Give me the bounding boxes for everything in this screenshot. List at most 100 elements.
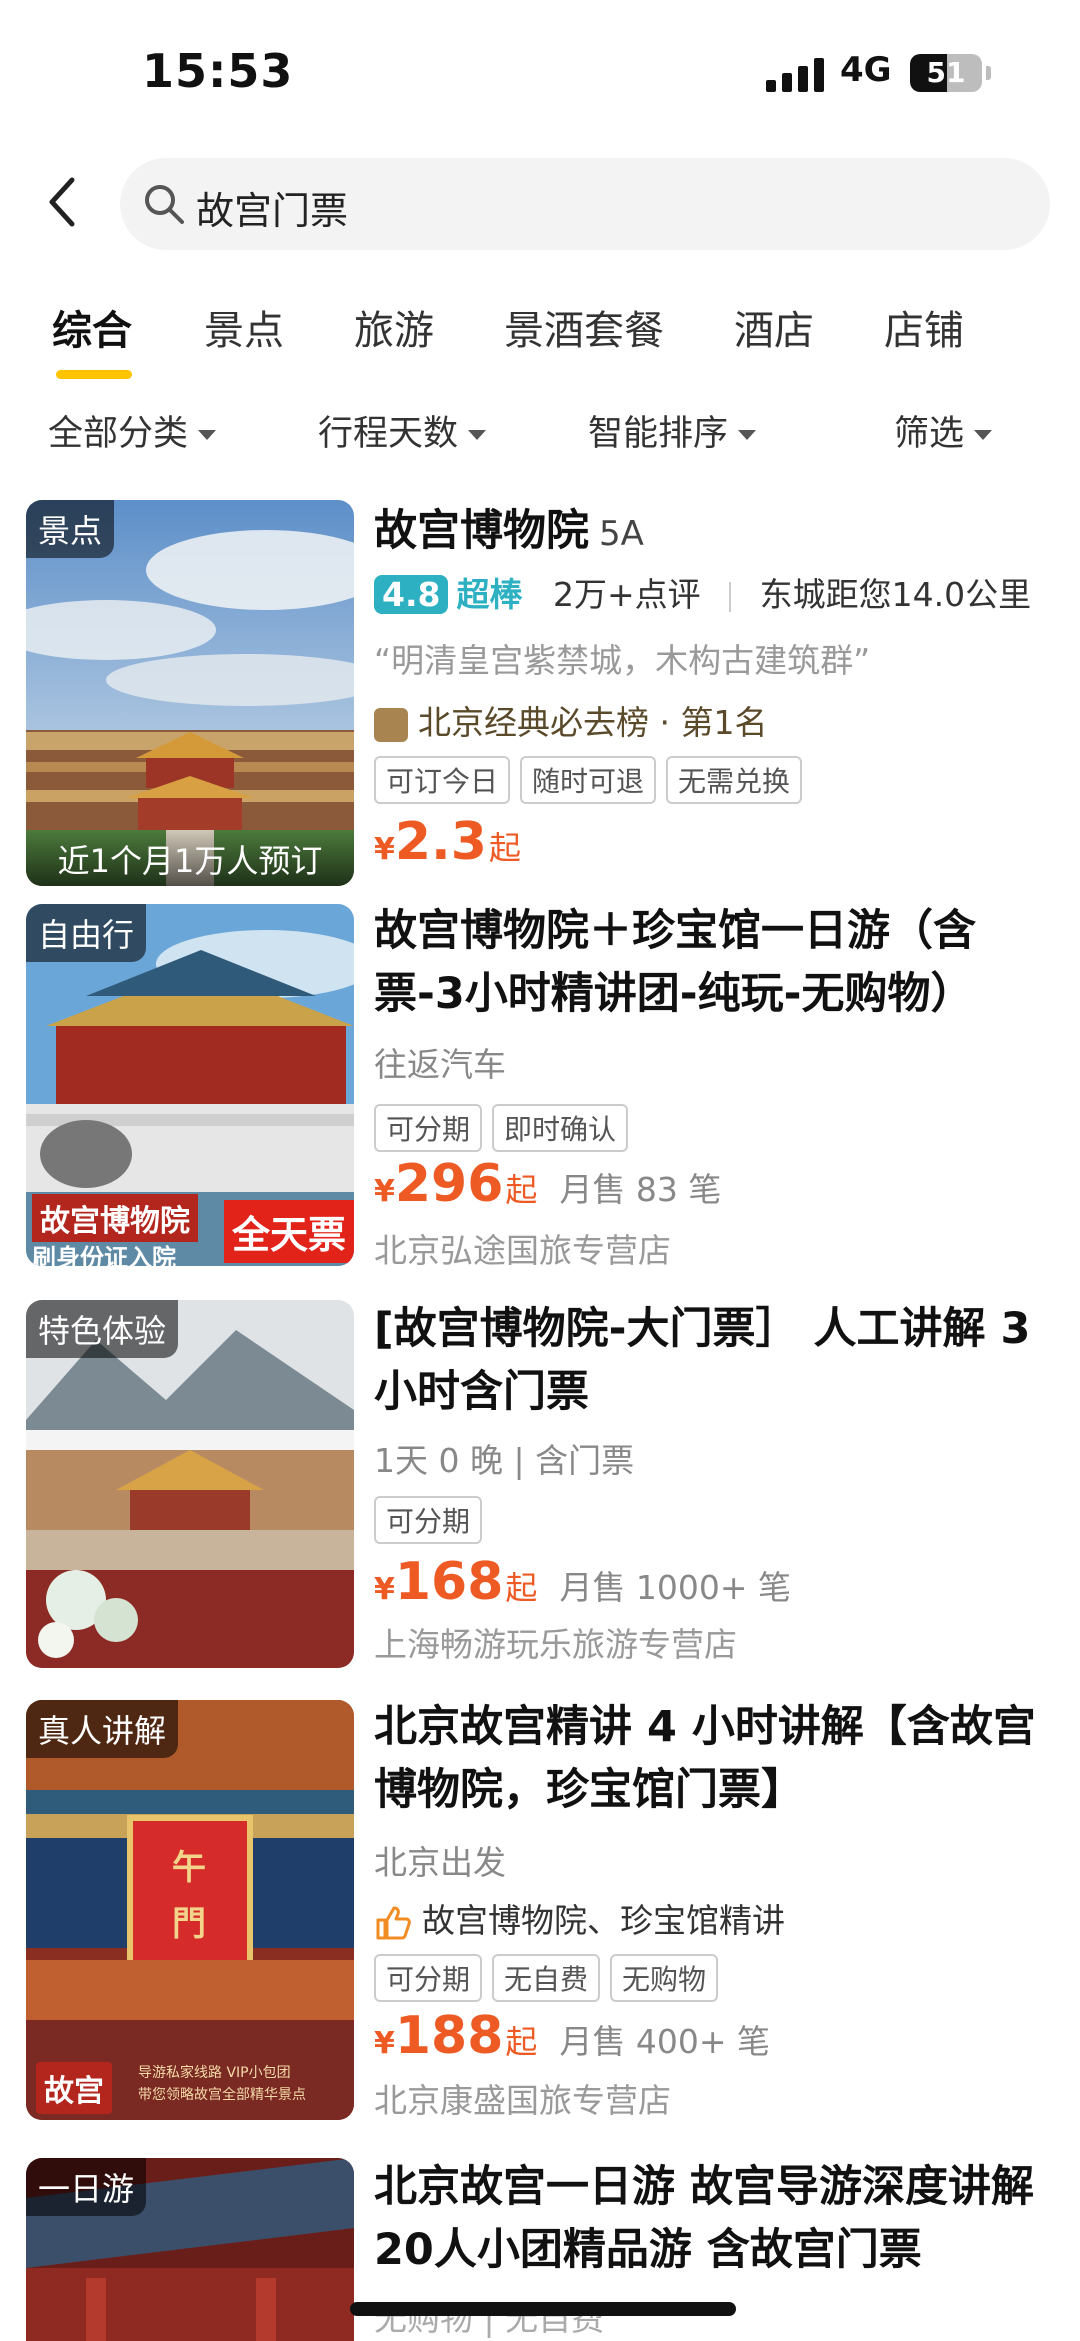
filter-days[interactable]: 行程天数 xyxy=(318,405,487,456)
search-input[interactable]: 故宫门票 xyxy=(196,180,348,235)
review-count[interactable]: 2万+点评 xyxy=(553,575,701,614)
tag: 无购物 xyxy=(610,1954,719,2002)
battery-level: 51 xyxy=(926,56,966,89)
price-value: 2.3 xyxy=(394,812,487,872)
highlight-row: 故宫博物院、珍宝馆精讲 xyxy=(374,1894,785,1942)
filter-sort-label: 智能排序 xyxy=(588,414,729,454)
tag: 随时可退 xyxy=(520,756,657,804)
tab-hotels[interactable]: 酒店 xyxy=(734,298,814,356)
ranking-text: 北京经典必去榜 · 第1名 xyxy=(418,703,768,742)
result-title[interactable]: [故宫博物院-大门票］ 人工讲解 3 小时含门票 xyxy=(374,1298,1060,1424)
caret-down-icon xyxy=(468,430,487,440)
result-title[interactable]: 故宫博物院 5A xyxy=(374,500,1060,566)
result-subtitle: 往返汽车 xyxy=(374,1045,506,1084)
result-badge: 景点 xyxy=(26,500,115,558)
result-subtitle: 1天 0 晚 | 含门票 xyxy=(374,1441,635,1480)
price-suffix: 起 xyxy=(505,2023,538,2061)
tab-comprehensive[interactable]: 综合 xyxy=(52,298,132,356)
battery-tip xyxy=(986,66,991,80)
price: ¥2.3起 xyxy=(374,812,521,872)
shop-name[interactable]: 上海畅游玩乐旅游专营店 xyxy=(374,1618,737,1666)
rating-grade: 超棒 xyxy=(456,575,523,614)
result-image[interactable]: 特色体验 xyxy=(26,1300,354,1668)
category-tabs: 综合 景点 旅游 景酒套餐 酒店 店铺 xyxy=(0,290,1080,380)
result-subtitle: 北京出发 xyxy=(374,1843,506,1882)
tab-attractions[interactable]: 景点 xyxy=(204,298,284,356)
result-title[interactable]: 北京故宫一日游 故宫导游深度讲解20人小团精品游 含故宫门票 xyxy=(374,2156,1060,2282)
filter-category[interactable]: 全部分类 xyxy=(48,405,217,456)
result-badge: 一日游 xyxy=(26,2158,147,2216)
tag-list: 可分期 即时确认 xyxy=(374,1104,638,1152)
price-value: 296 xyxy=(394,1154,504,1214)
price-value: 168 xyxy=(394,1552,504,1612)
back-button[interactable] xyxy=(40,172,90,232)
result-badge: 自由行 xyxy=(26,904,147,962)
result-card[interactable]: 特色体验 [故宫博物院-大门票］ 人工讲解 3 小时含门票 1天 0 晚 | 含… xyxy=(0,1300,1080,1676)
monthly-sales: 月售 400+ 笔 xyxy=(559,2022,771,2061)
tag-list: 可分期 无自费 无购物 xyxy=(374,1954,728,2002)
result-title[interactable]: 北京故宫精讲 4 小时讲解【含故宫博物院，珍宝馆门票】 xyxy=(374,1696,1060,1822)
tab-shops[interactable]: 店铺 xyxy=(884,298,964,356)
distance: 东城距您14.0公里 xyxy=(759,575,1032,614)
tag-list: 可分期 xyxy=(374,1496,492,1544)
result-quote: “明清皇宫紫禁城，木构古建筑群” xyxy=(374,641,871,680)
title-text: 故宫博物院 xyxy=(374,506,589,556)
divider xyxy=(729,581,732,612)
currency: ¥ xyxy=(374,832,395,867)
signal-icon xyxy=(766,58,824,92)
result-badge: 真人讲解 xyxy=(26,1700,179,1758)
result-card[interactable]: 真人讲解 午 門 故宫 导游私家线路 VIP小包团 带您领略故宫全部精华景点 北… xyxy=(0,1700,1080,2120)
search-results-screen: { "status": {"time": "15:53", "network":… xyxy=(0,0,1080,2341)
ranking-row[interactable]: 北京经典必去榜 · 第1名 xyxy=(374,696,767,744)
tag: 无自费 xyxy=(492,1954,601,2002)
currency: ¥ xyxy=(374,2026,395,2061)
tab-hotel-packages[interactable]: 景酒套餐 xyxy=(504,298,664,356)
image-label: 門 xyxy=(172,1904,206,1944)
thumbs-up-icon xyxy=(376,1906,411,1939)
battery-icon: 51 xyxy=(910,54,982,92)
price: ¥296起 月售 83 笔 xyxy=(374,1154,721,1214)
image-label: 导游私家线路 VIP小包团 xyxy=(138,2065,291,2081)
caret-down-icon xyxy=(738,430,757,440)
result-image[interactable]: 自由行 故宫博物院 刷身份证入院 全天票 xyxy=(26,904,354,1266)
search-bar[interactable]: 故宫门票 xyxy=(120,158,1050,250)
attraction-level: 5A xyxy=(599,514,644,554)
result-image[interactable]: 一日游 xyxy=(26,2158,354,2341)
ranking-badge-icon xyxy=(374,707,408,742)
tag: 可分期 xyxy=(374,1104,483,1152)
result-badge: 特色体验 xyxy=(26,1300,179,1358)
filter-category-label: 全部分类 xyxy=(48,414,189,454)
result-image[interactable]: 真人讲解 午 門 故宫 导游私家线路 VIP小包团 带您领略故宫全部精华景点 xyxy=(26,1700,354,2120)
currency: ¥ xyxy=(374,1572,395,1607)
tab-tours[interactable]: 旅游 xyxy=(354,298,434,356)
status-bar: 15:53 4G 51 xyxy=(0,0,1080,140)
price: ¥188起 月售 400+ 笔 xyxy=(374,2006,770,2066)
home-indicator[interactable] xyxy=(350,2302,736,2316)
result-image[interactable]: 景点 近1个月1万人预订 xyxy=(26,500,354,886)
price: ¥168起 月售 1000+ 笔 xyxy=(374,1552,791,1612)
shop-name[interactable]: 北京康盛国旅专营店 xyxy=(374,2074,671,2122)
result-card[interactable]: 景点 近1个月1万人预订 故宫博物院 5A 4.8 超棒 2万+点评 东城距您14.… xyxy=(0,500,1080,890)
image-label: 全天票 xyxy=(223,1200,354,1263)
highlight-text: 故宫博物院、珍宝馆精讲 xyxy=(422,1901,785,1940)
booking-caption: 近1个月1万人预订 xyxy=(26,830,354,886)
rating-row: 4.8 超棒 2万+点评 东城距您14.0公里 xyxy=(374,568,1031,616)
monthly-sales: 月售 83 笔 xyxy=(559,1170,722,1209)
result-card[interactable]: 自由行 故宫博物院 刷身份证入院 全天票 故宫博物院＋珍宝馆一日游（含票-3小时… xyxy=(0,904,1080,1274)
price-value: 188 xyxy=(394,2006,504,2066)
currency: ¥ xyxy=(374,1174,395,1209)
price-suffix: 起 xyxy=(505,1569,538,1607)
filter-sort[interactable]: 智能排序 xyxy=(588,405,757,456)
tag-list: 可订今日 随时可退 无需兑换 xyxy=(374,756,812,804)
search-icon xyxy=(145,185,184,224)
tag: 可分期 xyxy=(374,1954,483,2002)
caret-down-icon xyxy=(974,430,993,440)
image-label: 带您领略故宫全部精华景点 xyxy=(138,2087,306,2103)
filter-more[interactable]: 筛选 xyxy=(894,405,993,456)
rating-score: 4.8 xyxy=(374,575,449,614)
price-suffix: 起 xyxy=(505,1171,538,1209)
price-suffix: 起 xyxy=(489,829,522,867)
monthly-sales: 月售 1000+ 笔 xyxy=(559,1568,792,1607)
result-title[interactable]: 故宫博物院＋珍宝馆一日游（含票-3小时精讲团-纯玩-无购物） xyxy=(374,900,1060,1026)
shop-name[interactable]: 北京弘途国旅专营店 xyxy=(374,1224,671,1272)
